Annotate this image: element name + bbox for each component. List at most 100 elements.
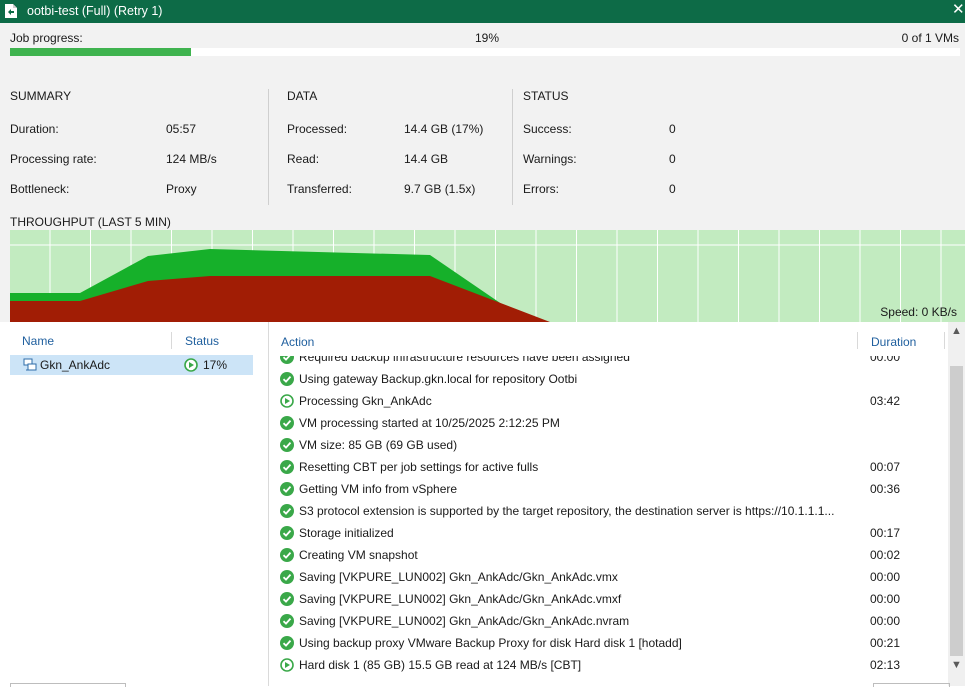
window-title: ootbi-test (Full) (Retry 1) [27,4,163,18]
success-icon [280,460,294,474]
action-text: Saving [VKPURE_LUN002] Gkn_AnkAdc/Gkn_An… [299,614,630,628]
action-text: VM processing started at 10/25/2025 2:12… [299,416,560,430]
data-transferred-value: 9.7 GB (1.5x) [404,182,476,196]
throughput-title: THROUGHPUT (LAST 5 MIN) [10,215,171,229]
status-warnings-value: 0 [669,152,676,166]
speed-label: Speed: 0 KB/s [880,305,957,319]
job-document-icon [5,4,17,18]
stats-panel: SUMMARY Duration: 05:57 Processing rate:… [0,65,965,322]
vm-status: 17% [203,358,228,372]
action-text: Hard disk 1 (85 GB) 15.5 GB read at 124 … [299,658,582,672]
status-errors-label: Errors: [523,182,559,196]
action-row[interactable]: Resetting CBT per job settings for activ… [270,457,945,479]
status-errors-value: 0 [669,182,676,196]
scrollbar-thumb[interactable] [950,366,963,656]
action-row[interactable]: Saving [VKPURE_LUN002] Gkn_AnkAdc/Gkn_An… [270,589,945,611]
action-row[interactable]: Getting VM info from vSphere 00:36 [270,479,945,501]
action-text: Getting VM info from vSphere [299,482,458,496]
job-progress-bar [10,48,960,56]
action-duration: 00:00 [870,592,901,606]
col-action-header[interactable]: Action [281,335,314,349]
action-duration: 00:07 [870,460,901,474]
action-duration: 03:42 [870,394,901,408]
success-icon [280,416,294,430]
success-icon [280,614,294,628]
divider [512,89,513,205]
vm-row[interactable]: Gkn_AnkAdc 17% [10,355,253,375]
action-text: Storage initialized [299,526,394,540]
action-duration: 00:21 [870,636,901,650]
action-row[interactable]: VM processing started at 10/25/2025 2:12… [270,413,945,435]
action-duration: 02:13 [870,658,901,672]
data-transferred-label: Transferred: [287,182,352,196]
action-row[interactable]: Using backup proxy VMware Backup Proxy f… [270,633,945,655]
vm-list-pane: Name Status Gkn_AnkAdc 17% [10,322,263,686]
success-icon [280,438,294,452]
summary-heading: SUMMARY [10,89,72,103]
action-row[interactable]: Saving [VKPURE_LUN002] Gkn_AnkAdc/Gkn_An… [270,567,945,589]
job-progress-percent: 19% [475,31,500,45]
left-pane-bottom-border [10,683,126,687]
close-icon[interactable]: ✕ [952,2,965,18]
data-read-label: Read: [287,152,320,166]
success-icon [280,504,294,518]
status-heading: STATUS [523,89,569,103]
data-processed-label: Processed: [287,122,348,136]
action-row[interactable]: S3 protocol extension is supported by th… [270,501,945,523]
action-text: Processing Gkn_AnkAdc [299,394,432,408]
data-read-value: 14.4 GB [404,152,449,166]
col-name-header[interactable]: Name [22,334,54,348]
job-progress-section: Job progress: 19% 0 of 1 VMs [0,23,965,65]
right-pane-bottom-border [873,683,950,687]
pane-splitter[interactable] [268,322,269,686]
action-duration: 00:00 [870,570,901,584]
action-text: VM size: 85 GB (69 GB used) [299,438,458,452]
action-row[interactable]: Using gateway Backup.gkn.local for repos… [270,369,945,391]
col-duration-header[interactable]: Duration [871,335,916,349]
scroll-up-icon[interactable]: ▲ [951,325,962,337]
action-row[interactable]: Creating VM snapshot 00:02 [270,545,945,567]
column-divider [171,332,172,349]
data-heading: DATA [287,89,318,103]
summary-bottleneck-value: Proxy [166,182,197,196]
success-icon [280,592,294,606]
running-icon [280,658,294,672]
action-duration: 00:00 [870,614,901,628]
action-row[interactable]: Saving [VKPURE_LUN002] Gkn_AnkAdc/Gkn_An… [270,611,945,633]
scroll-down-icon[interactable]: ▼ [951,659,962,671]
vm-icon [23,358,37,371]
action-log-header: Action Duration [270,322,945,356]
success-icon [280,570,294,584]
job-progress-vms: 0 of 1 VMs [901,31,959,45]
action-duration: 00:02 [870,548,901,562]
success-icon [280,548,294,562]
vm-name: Gkn_AnkAdc [40,358,111,372]
job-progress-label: Job progress: [10,31,83,45]
divider [268,89,269,205]
action-text: Using gateway Backup.gkn.local for repos… [299,372,578,386]
action-row[interactable]: Storage initialized 00:17 [270,523,945,545]
running-icon [280,394,294,408]
action-duration: 00:17 [870,526,901,540]
action-row[interactable]: Hard disk 1 (85 GB) 15.5 GB read at 124 … [270,655,945,677]
summary-duration-label: Duration: [10,122,59,136]
success-icon [280,636,294,650]
action-row[interactable]: Processing Gkn_AnkAdc 03:42 [270,391,945,413]
action-text: Saving [VKPURE_LUN002] Gkn_AnkAdc/Gkn_An… [299,592,622,606]
status-success-label: Success: [523,122,572,136]
throughput-chart: Speed: 0 KB/s [10,230,965,322]
data-processed-value: 14.4 GB (17%) [404,122,484,136]
action-log-scrollbar[interactable]: ▲ ▼ [948,322,965,686]
success-icon [280,526,294,540]
job-progress-fill [10,48,191,56]
vm-list-header: Name Status [10,322,263,352]
action-log-pane: Action Duration Required backup infrastr… [270,322,965,686]
title-bar: ootbi-test (Full) (Retry 1) ✕ [0,0,965,23]
col-status-header[interactable]: Status [185,334,219,348]
summary-rate-label: Processing rate: [10,152,97,166]
action-duration: 00:36 [870,482,901,496]
action-text: Creating VM snapshot [299,548,418,562]
column-divider [857,332,858,349]
action-row[interactable]: VM size: 85 GB (69 GB used) [270,435,945,457]
success-icon [280,372,294,386]
